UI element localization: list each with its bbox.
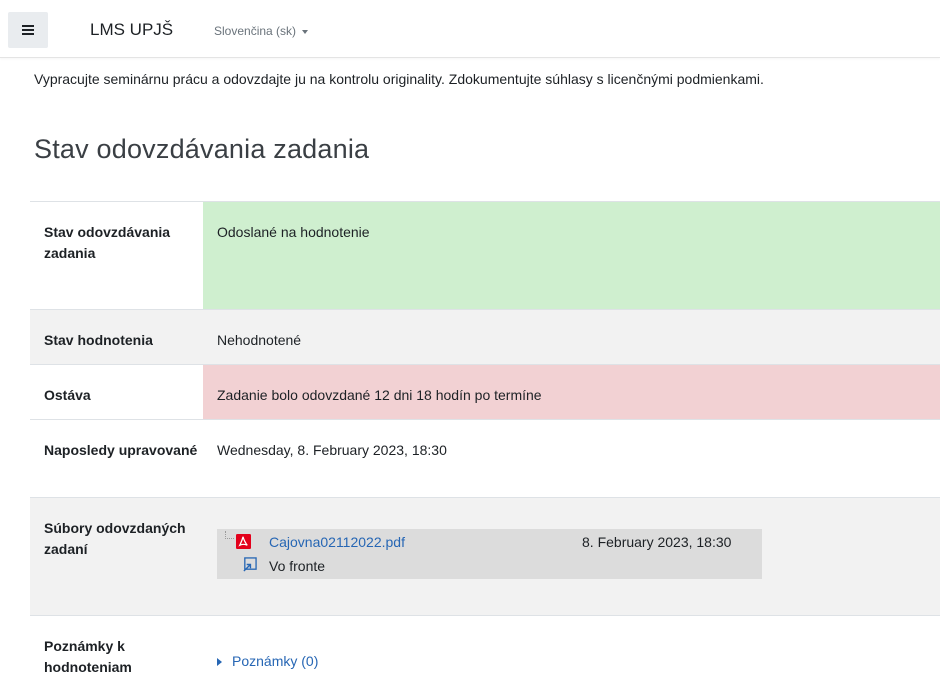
row-file-submissions: Súbory odovzdaných zadaní Cajovna0211202… <box>30 497 940 615</box>
row-label: Stav odovzdávania zadania <box>44 224 171 261</box>
pdf-icon <box>236 534 251 549</box>
row-time-remaining: Ostáva Zadanie bolo odovzdané 12 dni 18 … <box>30 364 940 419</box>
row-label: Stav hodnotenia <box>44 332 153 348</box>
submission-status-table: Stav odovzdávania zadania Odoslané na ho… <box>30 201 940 682</box>
menu-toggle-button[interactable] <box>8 12 48 48</box>
section-title: Stav odovzdávania zadania <box>34 134 370 164</box>
row-label: Poznámky k hodnoteniam <box>44 638 132 675</box>
last-modified-value: Wednesday, 8. February 2023, 18:30 <box>217 442 447 458</box>
time-remaining-value: Zadanie bolo odovzdané 12 dni 18 hodín p… <box>203 365 940 419</box>
site-name[interactable]: LMS UPJŠ <box>90 20 173 40</box>
language-label: Slovenčina (sk) <box>214 24 297 38</box>
row-grading-status: Stav hodnotenia Nehodnotené <box>30 309 940 364</box>
file-date: 8. February 2023, 18:30 <box>582 534 732 550</box>
tree-connector <box>225 531 234 539</box>
file-tree: Cajovna02112022.pdf 8. February 2023, 18… <box>217 529 762 579</box>
submitted-file-link[interactable]: Cajovna02112022.pdf <box>269 532 405 553</box>
row-label: Súbory odovzdaných zadaní <box>44 520 186 557</box>
caret-down-icon <box>302 29 309 34</box>
hamburger-icon <box>22 25 34 35</box>
comments-link[interactable]: Poznámky (0) <box>232 651 318 672</box>
assignment-intro: Vypracujte seminárnu prácu a odovzdajte … <box>34 71 764 87</box>
queue-icon <box>243 557 257 572</box>
navbar: LMS UPJŠ Slovenčina (sk) <box>0 0 940 58</box>
triangle-right-icon <box>217 657 222 666</box>
comments-toggle[interactable]: Poznámky (0) <box>217 651 940 672</box>
file-submissions-value: Cajovna02112022.pdf 8. February 2023, 18… <box>203 498 940 615</box>
submission-comments-value: Poznámky (0) <box>203 616 940 682</box>
language-menu[interactable]: Slovenčina (sk) <box>214 24 309 38</box>
queue-status: Vo fronte <box>269 558 326 574</box>
row-label: Naposledy upravované <box>44 442 198 458</box>
row-last-modified: Naposledy upravované Wednesday, 8. Febru… <box>30 419 940 497</box>
row-submission-status: Stav odovzdávania zadania Odoslané na ho… <box>30 201 940 309</box>
row-submission-comments: Poznámky k hodnoteniam Poznámky (0) <box>30 615 940 682</box>
row-label: Ostáva <box>44 387 91 403</box>
submission-status-value: Odoslané na hodnotenie <box>203 202 940 309</box>
grading-status-value: Nehodnotené <box>217 332 302 348</box>
